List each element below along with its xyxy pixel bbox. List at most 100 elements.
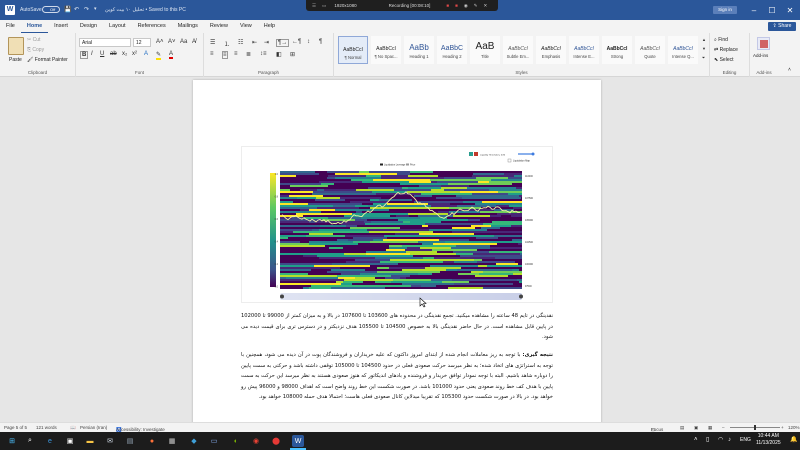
sign-in-button[interactable]: Sign in	[713, 6, 737, 14]
align-center-icon[interactable]: ≡	[222, 51, 228, 59]
superscript-icon[interactable]: x²	[132, 51, 137, 57]
style-6[interactable]: AaBbCcI Subtle Em...	[503, 36, 533, 64]
paragraph-1[interactable]: نقدینگی در تایم 48 ساعته را مشاهده میکنی…	[241, 311, 553, 343]
proofing-icon[interactable]: 📖	[70, 425, 76, 431]
style-7[interactable]: AaBbCcI Emphasis	[536, 36, 566, 64]
shading-icon[interactable]: ◧	[276, 51, 282, 58]
styles-more-icon[interactable]: ⏷	[702, 55, 705, 60]
taskbar-search-icon[interactable]: ⌕	[24, 435, 36, 447]
mail-icon[interactable]: ✉	[104, 435, 116, 447]
style-8[interactable]: AaBbCcI Intense E...	[569, 36, 599, 64]
styles-down-icon[interactable]: ▼	[702, 46, 706, 51]
highlight-icon[interactable]: ✎	[156, 51, 162, 60]
language-status[interactable]: Persian (Iran)	[80, 425, 107, 430]
paragraph-2[interactable]: نتیجه گیری: با توجه به ریز معاملات انجام…	[241, 350, 553, 403]
close-window-icon[interactable]: ✕	[779, 0, 800, 20]
app-icon-d[interactable]: ◐	[230, 435, 242, 447]
redo-icon[interactable]: ↷	[84, 6, 89, 13]
app-icon-b[interactable]: ◆	[188, 435, 200, 447]
menu-icon[interactable]: ☰	[312, 3, 316, 9]
tray-overflow-icon[interactable]: ˄	[694, 437, 698, 444]
find-button[interactable]: ⌕ Find	[714, 37, 728, 43]
file-explorer-icon[interactable]: ▬	[84, 435, 96, 447]
font-name-box[interactable]: Arial	[79, 38, 131, 47]
subscript-icon[interactable]: x₂	[122, 51, 127, 57]
web-layout-icon[interactable]: ▦	[708, 425, 712, 431]
firefox-icon[interactable]: ●	[146, 435, 158, 447]
tab-layout[interactable]: Layout	[103, 20, 132, 33]
read-mode-icon[interactable]: ▤	[680, 425, 684, 431]
addins-icon[interactable]	[757, 37, 770, 50]
style-1[interactable]: AaBbCcI ¶ Normal	[338, 36, 368, 64]
multilevel-list-icon[interactable]: ☷	[238, 39, 243, 46]
italic-icon[interactable]: I	[91, 51, 93, 57]
align-right-icon[interactable]: ≡	[234, 51, 238, 57]
increase-indent-icon[interactable]: ⇥	[264, 39, 269, 46]
grow-font-icon[interactable]: A˄	[156, 39, 164, 45]
monitor-icon[interactable]: ▭	[322, 3, 326, 9]
undo-icon[interactable]: ↶	[74, 6, 79, 13]
format-painter-button[interactable]: 🖌 Format Painter	[27, 57, 68, 63]
tab-file[interactable]: File	[0, 20, 21, 33]
close-recorder-icon[interactable]: ✕	[484, 3, 488, 9]
borders-icon[interactable]: ⊞	[290, 51, 295, 58]
windows-start-icon[interactable]: ⊞	[6, 435, 18, 447]
style-10[interactable]: AaBbCcI Quote	[635, 36, 665, 64]
app-icon-c[interactable]: ▭	[208, 435, 220, 447]
slider-handle-right[interactable]	[519, 294, 523, 299]
clear-format-icon[interactable]: A̸	[192, 39, 196, 45]
task-view-icon[interactable]: ▣	[64, 435, 76, 447]
edge-icon[interactable]: e	[44, 435, 56, 447]
bold-icon[interactable]: B	[80, 51, 89, 59]
bullets-icon[interactable]: ☰	[210, 39, 215, 46]
recorder-app-icon[interactable]: ⬤	[270, 435, 282, 447]
sort-icon[interactable]: ↕	[307, 39, 310, 45]
line-spacing-icon[interactable]: ↕≡	[260, 51, 267, 57]
replace-button[interactable]: ⇄ Replace	[714, 47, 738, 53]
wifi-icon[interactable]: ◠	[718, 437, 723, 444]
tab-view[interactable]: View	[234, 20, 258, 33]
font-size-box[interactable]: 12	[133, 38, 151, 47]
customize-qat-icon[interactable]: ▾	[94, 6, 97, 12]
pen-icon[interactable]: ✎	[474, 3, 478, 9]
document-page[interactable]: 1.0 0.8 0.6 0.4 0.2 0.0 110000 107500 105000 102…	[193, 80, 601, 425]
change-case-icon[interactable]: Aa	[180, 39, 187, 45]
tab-design[interactable]: Design	[74, 20, 103, 33]
collapse-ribbon-icon[interactable]: ˄	[788, 67, 791, 73]
tab-mailings[interactable]: Mailings	[172, 20, 204, 33]
show-marks-icon[interactable]: ¶	[319, 39, 322, 45]
zoom-level[interactable]: 120%	[788, 425, 800, 430]
style-4[interactable]: AaBbC Heading 2	[437, 36, 467, 64]
page-count[interactable]: Page 5 of 5	[4, 425, 27, 430]
network-icon[interactable]: ▯	[706, 437, 709, 444]
zoom-out-icon[interactable]: –	[722, 425, 725, 430]
font-color-icon[interactable]: A	[169, 51, 174, 59]
word-count[interactable]: 121 words	[36, 425, 57, 430]
addins-button[interactable]: Add-ins	[753, 53, 768, 58]
select-button[interactable]: ⬉ Select	[714, 57, 734, 63]
style-11[interactable]: AaBbCcI Intense Q...	[668, 36, 698, 64]
underline-icon[interactable]: U	[100, 51, 104, 57]
tab-help[interactable]: Help	[258, 20, 281, 33]
cut-button[interactable]: ✂ Cut	[27, 37, 40, 43]
calculator-icon[interactable]: ▦	[166, 435, 178, 447]
share-button[interactable]: ⇪ Share	[768, 22, 796, 31]
style-2[interactable]: AaBbCcI ¶ No Spac...	[371, 36, 401, 64]
rtl-icon[interactable]: ←¶	[292, 39, 301, 45]
range-slider[interactable]	[280, 293, 522, 300]
shrink-font-icon[interactable]: A˅	[168, 39, 176, 45]
word-taskbar-icon[interactable]: W	[292, 435, 304, 447]
paste-icon[interactable]	[8, 37, 24, 55]
language-indicator[interactable]: ENG	[740, 437, 751, 444]
decrease-indent-icon[interactable]: ⇤	[252, 39, 257, 46]
justify-icon[interactable]: ≣	[246, 51, 251, 58]
copy-button[interactable]: ⎘ Copy	[27, 47, 44, 53]
text-effects-icon[interactable]: A	[144, 51, 148, 57]
chrome-icon[interactable]: ◉	[250, 435, 262, 447]
zoom-slider-thumb[interactable]	[754, 425, 756, 430]
zoom-in-icon[interactable]: +	[781, 425, 784, 430]
tab-references[interactable]: References	[132, 20, 172, 33]
style-9[interactable]: AaBbCcI Strong	[602, 36, 632, 64]
liquidation-map-checkbox[interactable]	[507, 158, 512, 163]
tab-insert[interactable]: Insert	[48, 20, 74, 33]
